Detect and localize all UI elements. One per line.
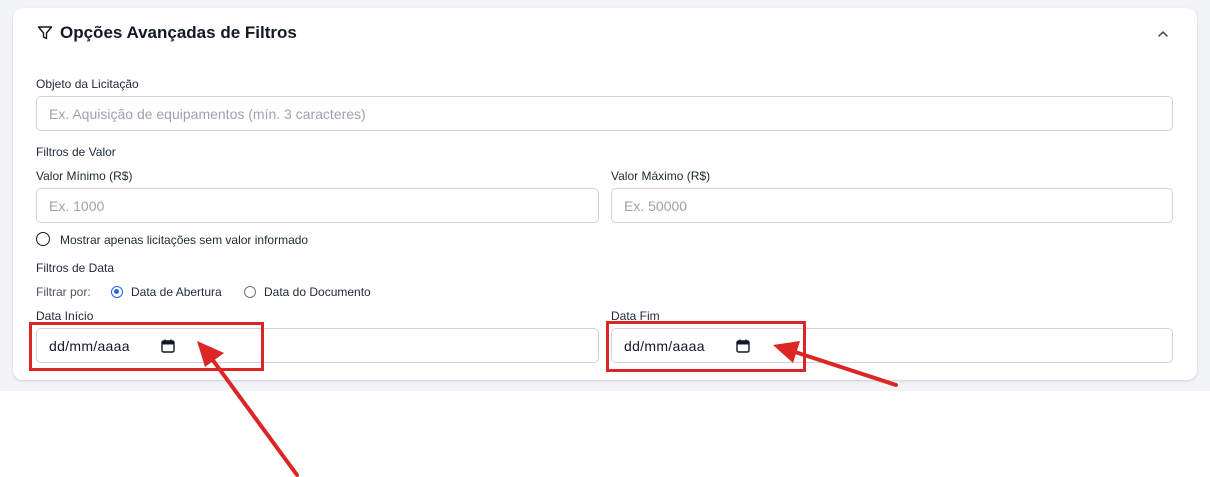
red-highlight-box-start-date [29, 322, 264, 371]
filter-funnel-icon [37, 26, 53, 40]
collapse-button[interactable] [1154, 25, 1172, 43]
max-value-label: Valor Máximo (R$) [611, 169, 711, 183]
radio-opening-date[interactable] [111, 286, 123, 298]
opening-date-option-label[interactable]: Data de Abertura [131, 284, 222, 300]
panel-header[interactable]: Opções Avançadas de Filtros [13, 8, 1197, 60]
value-filters-heading: Filtros de Valor [36, 145, 116, 159]
min-value-input[interactable] [36, 188, 599, 223]
no-value-option-label[interactable]: Mostrar apenas licitações sem valor info… [60, 232, 308, 248]
document-date-option-label[interactable]: Data do Documento [264, 284, 371, 300]
object-label: Objeto da Licitação [36, 77, 139, 91]
date-filters-heading: Filtros de Data [36, 261, 115, 275]
max-value-input[interactable] [611, 188, 1173, 223]
no-value-radio[interactable] [36, 232, 50, 246]
red-highlight-box-end-date [606, 321, 806, 372]
panel-title: Opções Avançadas de Filtros [60, 23, 297, 42]
filter-by-label: Filtrar por: [36, 285, 91, 299]
object-input[interactable] [36, 96, 1173, 131]
min-value-label: Valor Mínimo (R$) [36, 169, 133, 183]
radio-document-date[interactable] [244, 286, 256, 298]
chevron-up-icon [1158, 31, 1168, 37]
